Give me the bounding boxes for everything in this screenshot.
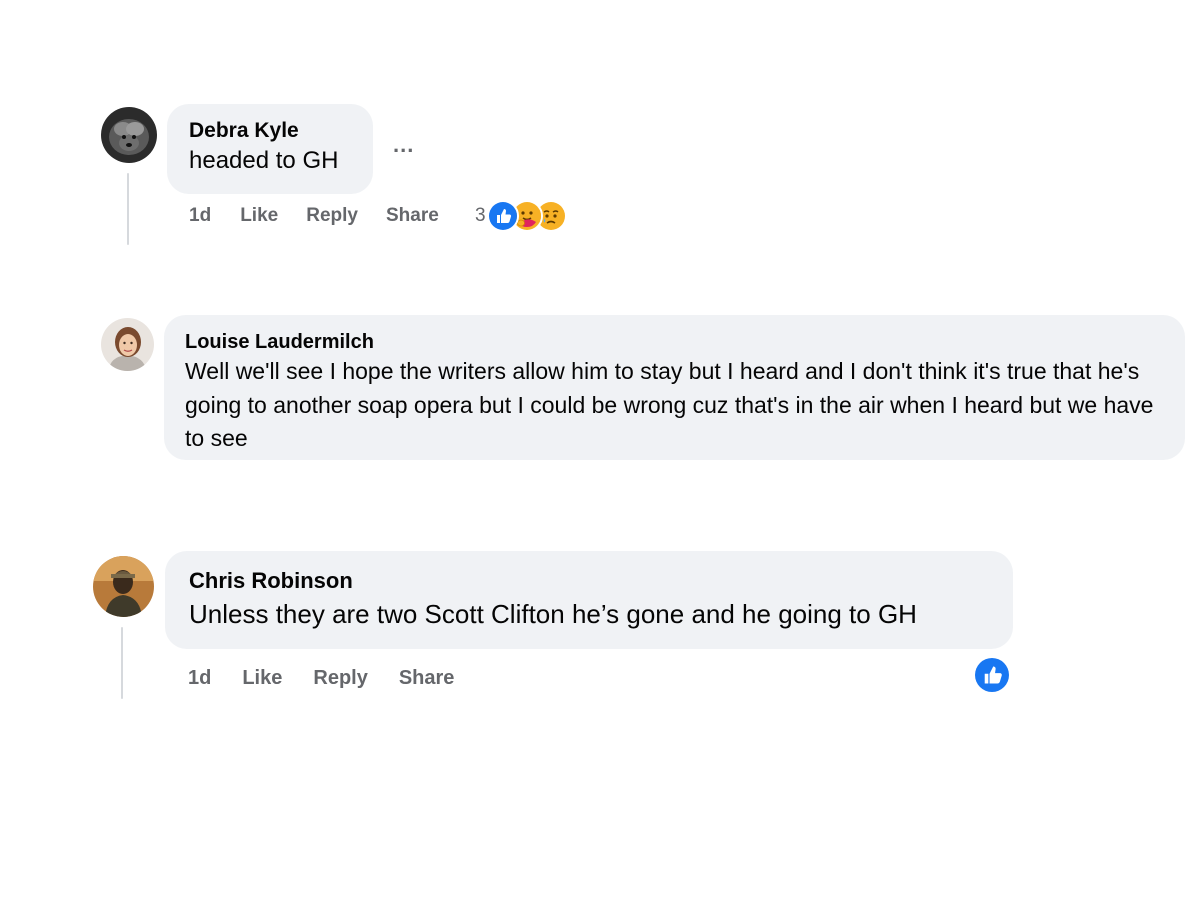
avatar-debra-kyle[interactable] xyxy=(101,107,157,163)
comment-text: Well we'll see I hope the writers allow … xyxy=(185,358,1154,451)
avatar-chris-robinson[interactable] xyxy=(93,556,154,617)
avatar-image xyxy=(93,556,154,617)
reaction-count: 3 xyxy=(475,205,486,226)
comment-bubble: Louise Laudermilch Well we'll see I hope… xyxy=(164,315,1185,460)
comment-author[interactable]: Louise Laudermilch xyxy=(185,329,1165,355)
avatar-image xyxy=(101,318,154,371)
share-button[interactable]: Share xyxy=(386,205,439,227)
comment-author[interactable]: Debra Kyle xyxy=(189,118,351,144)
reaction-summary[interactable] xyxy=(973,656,1011,694)
comment-text: headed to GH xyxy=(189,147,339,174)
like-icon xyxy=(973,656,1011,694)
like-button[interactable]: Like xyxy=(242,667,282,690)
avatar-louise-laudermilch[interactable] xyxy=(101,318,154,371)
reply-button[interactable]: Reply xyxy=(306,205,358,227)
more-options-button[interactable]: ... xyxy=(393,134,414,156)
like-icon xyxy=(486,200,519,232)
avatar-image xyxy=(101,107,157,163)
comment-bubble: Chris Robinson Unless they are two Scott… xyxy=(165,551,1013,649)
timestamp-link[interactable]: 1d xyxy=(189,205,211,227)
reply-thread-line xyxy=(127,173,129,245)
comment-actions: 1d Like Reply Share xyxy=(189,204,439,228)
comment-bubble: Debra Kyle headed to GH xyxy=(167,104,373,194)
reply-button[interactable]: Reply xyxy=(313,667,367,690)
comments-panel: Debra Kyle headed to GH ... 1d Like Repl… xyxy=(0,0,1200,900)
share-button[interactable]: Share xyxy=(399,667,455,690)
timestamp-link[interactable]: 1d xyxy=(188,667,211,690)
comment-author[interactable]: Chris Robinson xyxy=(189,566,991,596)
comment-actions: 1d Like Reply Share xyxy=(188,665,454,691)
comment-text: Unless they are two Scott Clifton he’s g… xyxy=(189,599,917,629)
like-button[interactable]: Like xyxy=(240,205,278,227)
reply-thread-line xyxy=(121,627,123,699)
reaction-summary[interactable]: 3 xyxy=(475,199,567,233)
